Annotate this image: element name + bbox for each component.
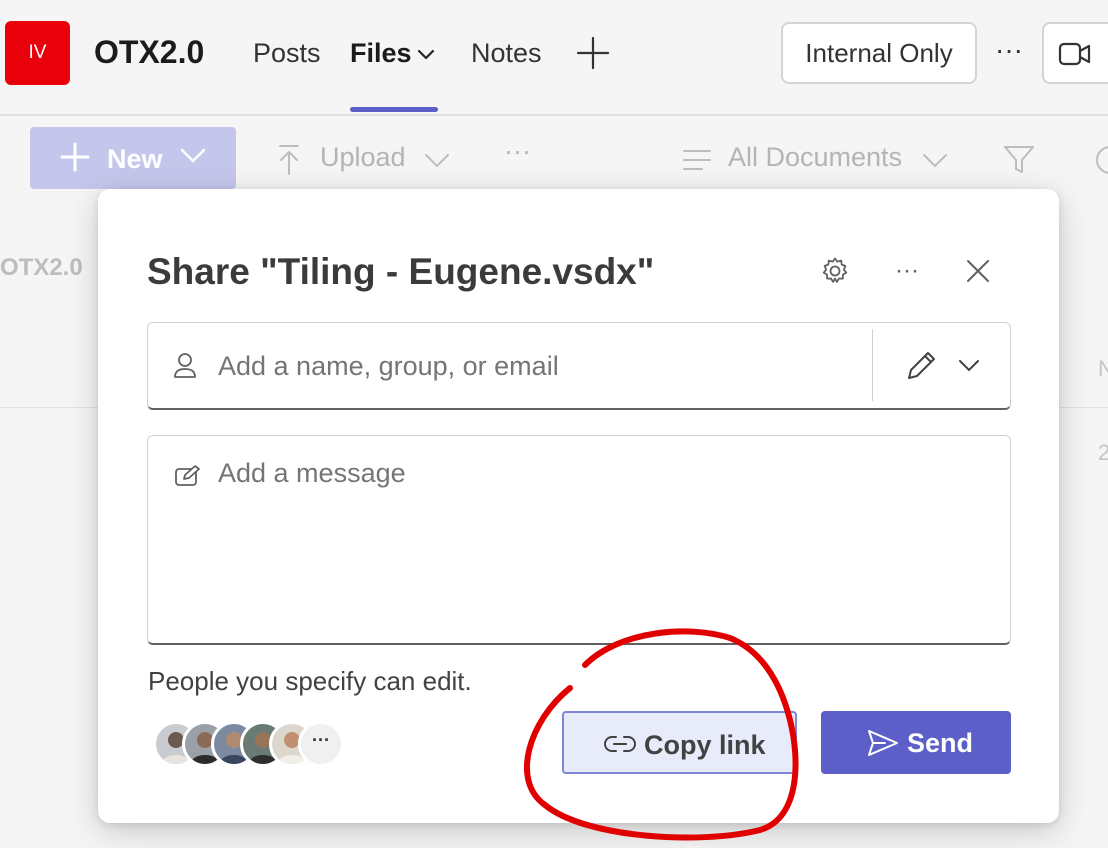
link-icon bbox=[604, 736, 636, 752]
chevron-down-icon bbox=[180, 148, 206, 163]
message-field bbox=[147, 435, 1011, 645]
permission-summary[interactable]: People you specify can edit. bbox=[148, 666, 472, 697]
tab-posts[interactable]: Posts bbox=[253, 38, 321, 69]
video-icon bbox=[1058, 42, 1091, 66]
new-button[interactable]: New bbox=[30, 127, 236, 189]
app-header: IV OTX2.0 Posts Files Notes Internal Onl… bbox=[0, 0, 1108, 116]
active-tab-indicator bbox=[350, 107, 438, 112]
close-icon bbox=[967, 260, 989, 282]
view-selector[interactable]: All Documents bbox=[728, 142, 902, 173]
add-tab-plus-icon[interactable] bbox=[576, 36, 610, 70]
message-input[interactable] bbox=[218, 458, 988, 628]
permission-dropdown[interactable] bbox=[888, 337, 998, 395]
info-icon[interactable] bbox=[1094, 144, 1108, 176]
team-name: OTX2.0 bbox=[94, 34, 205, 70]
pencil-icon bbox=[908, 352, 935, 379]
upload-icon bbox=[279, 145, 299, 175]
field-divider bbox=[872, 329, 873, 401]
meet-video-button[interactable] bbox=[1042, 22, 1108, 84]
chevron-down-icon[interactable] bbox=[416, 44, 436, 64]
toolbar-more-icon[interactable]: ··· bbox=[504, 136, 531, 167]
row-cell-partial: 2 bbox=[1098, 440, 1108, 465]
settings-button[interactable] bbox=[817, 253, 853, 289]
dialog-title: Share "Tiling - Eugene.vsdx" bbox=[147, 251, 655, 292]
chevron-down-icon[interactable] bbox=[922, 152, 948, 170]
send-label: Send bbox=[907, 728, 974, 758]
team-avatar[interactable]: IV bbox=[5, 21, 70, 85]
tab-notes[interactable]: Notes bbox=[471, 38, 542, 69]
gear-icon bbox=[822, 257, 848, 283]
list-view-icon bbox=[683, 150, 711, 170]
copy-link-button[interactable]: Copy link bbox=[562, 711, 797, 774]
plus-icon bbox=[60, 142, 90, 172]
shared-with-avatars[interactable]: ··· bbox=[153, 721, 353, 771]
recipients-input[interactable] bbox=[218, 341, 858, 391]
share-dialog: Share "Tiling - Eugene.vsdx" ··· Add a n… bbox=[98, 189, 1059, 823]
send-button[interactable]: Send bbox=[821, 711, 1011, 774]
tab-files[interactable]: Files bbox=[350, 38, 412, 69]
upload-button[interactable]: Upload bbox=[320, 142, 406, 173]
breadcrumb-root[interactable]: OTX2.0 bbox=[0, 254, 83, 282]
more-people-button[interactable]: ··· bbox=[298, 721, 344, 767]
chevron-down-icon[interactable] bbox=[424, 152, 450, 170]
edit-message-icon bbox=[175, 465, 200, 486]
sensitivity-label-button[interactable]: Internal Only bbox=[781, 22, 977, 84]
new-button-label: New bbox=[107, 144, 163, 174]
person-icon bbox=[174, 353, 196, 378]
filter-icon[interactable] bbox=[1003, 144, 1035, 176]
more-options-icon[interactable]: ··· bbox=[994, 36, 1024, 68]
copy-link-label: Copy link bbox=[644, 730, 766, 760]
dialog-more-icon[interactable]: ··· bbox=[889, 253, 925, 289]
recipients-field bbox=[147, 322, 1011, 410]
column-header-partial: N bbox=[1098, 356, 1108, 381]
chevron-down-icon bbox=[959, 360, 979, 372]
close-button[interactable] bbox=[960, 253, 996, 289]
send-icon bbox=[868, 730, 898, 756]
